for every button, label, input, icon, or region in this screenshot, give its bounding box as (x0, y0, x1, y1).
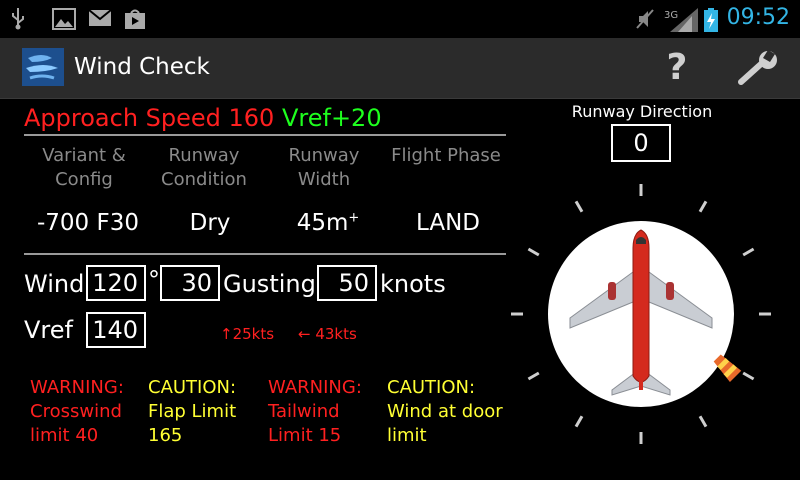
header-text: Runway Condition (161, 145, 247, 190)
divider-top (24, 134, 506, 136)
help-icon: ? (666, 47, 688, 88)
compass-tick (574, 415, 584, 428)
wind-direction-value: 120 (92, 269, 138, 297)
caution-flap-limit: CAUTION: Flap Limit 165 (148, 376, 266, 448)
warning-type: WARNING: (30, 377, 124, 398)
caution-door-limit: CAUTION: Wind at door limit (387, 376, 511, 448)
degree-symbol: ° (148, 266, 160, 294)
vref-label: Vref (24, 316, 73, 344)
compass-tick (527, 247, 540, 257)
compass-tick (742, 371, 755, 381)
runway-condition-value: Dry (189, 210, 231, 236)
wind-speed-input[interactable]: 30 (160, 265, 220, 301)
image-icon (52, 8, 76, 30)
approach-speed: Approach Speed 160 (24, 104, 275, 132)
status-clock: 09:52 (726, 5, 790, 30)
divider-bottom (24, 253, 506, 255)
caution-text: Wind at door limit (387, 401, 503, 446)
compass-tick (527, 371, 540, 381)
warning-text: Tailwind Limit 15 (268, 401, 342, 446)
caution-type: CAUTION: (387, 377, 476, 398)
header-runway-width: Runway Width (266, 144, 382, 192)
wind-direction-input[interactable]: 120 (86, 265, 146, 301)
runway-condition-selector[interactable]: Dry (152, 210, 268, 236)
vref-addition: Vref+20 (281, 104, 382, 132)
variant-config-value: -700 F30 (36, 210, 139, 236)
vref-value: 140 (92, 316, 138, 344)
wind-speed-value: 30 (181, 269, 212, 297)
gusting-label: Gusting (223, 270, 316, 298)
svg-text:3G: 3G (664, 10, 678, 21)
header-text: Variant & Config (42, 145, 126, 190)
warning-tailwind: WARNING: Tailwind Limit 15 (268, 376, 386, 448)
wind-compass[interactable] (500, 176, 780, 466)
flight-phase-selector[interactable]: LAND (390, 210, 506, 236)
battery-charging-icon (704, 8, 718, 32)
header-flight-phase: Flight Phase (388, 144, 504, 168)
flight-phase-value: LAND (416, 210, 480, 236)
warning-type: WARNING: (268, 377, 362, 398)
gust-input[interactable]: 50 (317, 265, 377, 301)
compass-tick (698, 415, 708, 428)
header-text: Runway Width (288, 145, 360, 190)
header-variant-config: Variant & Config (26, 144, 142, 192)
runway-width-suffix: + (348, 210, 360, 226)
usb-icon (12, 8, 24, 30)
compass-tick (742, 247, 755, 257)
knots-label: knots (380, 270, 446, 298)
runway-width-value: 45m (296, 210, 349, 236)
compass-tick (698, 200, 708, 213)
header-runway-condition: Runway Condition (146, 144, 262, 192)
status-bar: 3G 09:52 (0, 0, 800, 38)
app-logo-icon[interactable] (22, 48, 64, 86)
variant-config-selector[interactable]: -700 F30 (30, 210, 146, 236)
warning-crosswind: WARNING: Crosswind limit 40 (30, 376, 148, 448)
compass-tick (574, 200, 584, 213)
store-icon (125, 9, 145, 29)
mail-icon (88, 9, 112, 26)
action-bar: Wind Check ? (0, 38, 800, 99)
runway-direction-input[interactable]: 0 (611, 124, 671, 162)
runway-direction-value: 0 (633, 129, 649, 157)
header-text: Flight Phase (391, 145, 501, 166)
signal-3g-icon: 3G (664, 8, 698, 32)
vref-input[interactable]: 140 (86, 312, 146, 348)
mute-icon (636, 9, 654, 29)
app-title: Wind Check (74, 54, 210, 80)
approach-speed-line: Approach Speed 160 Vref+20 (24, 104, 382, 132)
runway-width-selector[interactable]: 45m+ (270, 210, 386, 236)
wind-label: Wind (24, 270, 85, 298)
wrench-icon[interactable] (735, 50, 783, 86)
crosswind-component: ← 43kts (298, 325, 357, 343)
warning-text: Crosswind limit 40 (30, 401, 122, 446)
runway-direction-title: Runway Direction (571, 102, 713, 121)
caution-text: Flap Limit 165 (148, 401, 237, 446)
gust-value: 50 (338, 269, 369, 297)
help-button[interactable]: ? (660, 46, 694, 90)
headwind-component: ↑25kts (220, 325, 275, 343)
caution-type: CAUTION: (148, 377, 237, 398)
